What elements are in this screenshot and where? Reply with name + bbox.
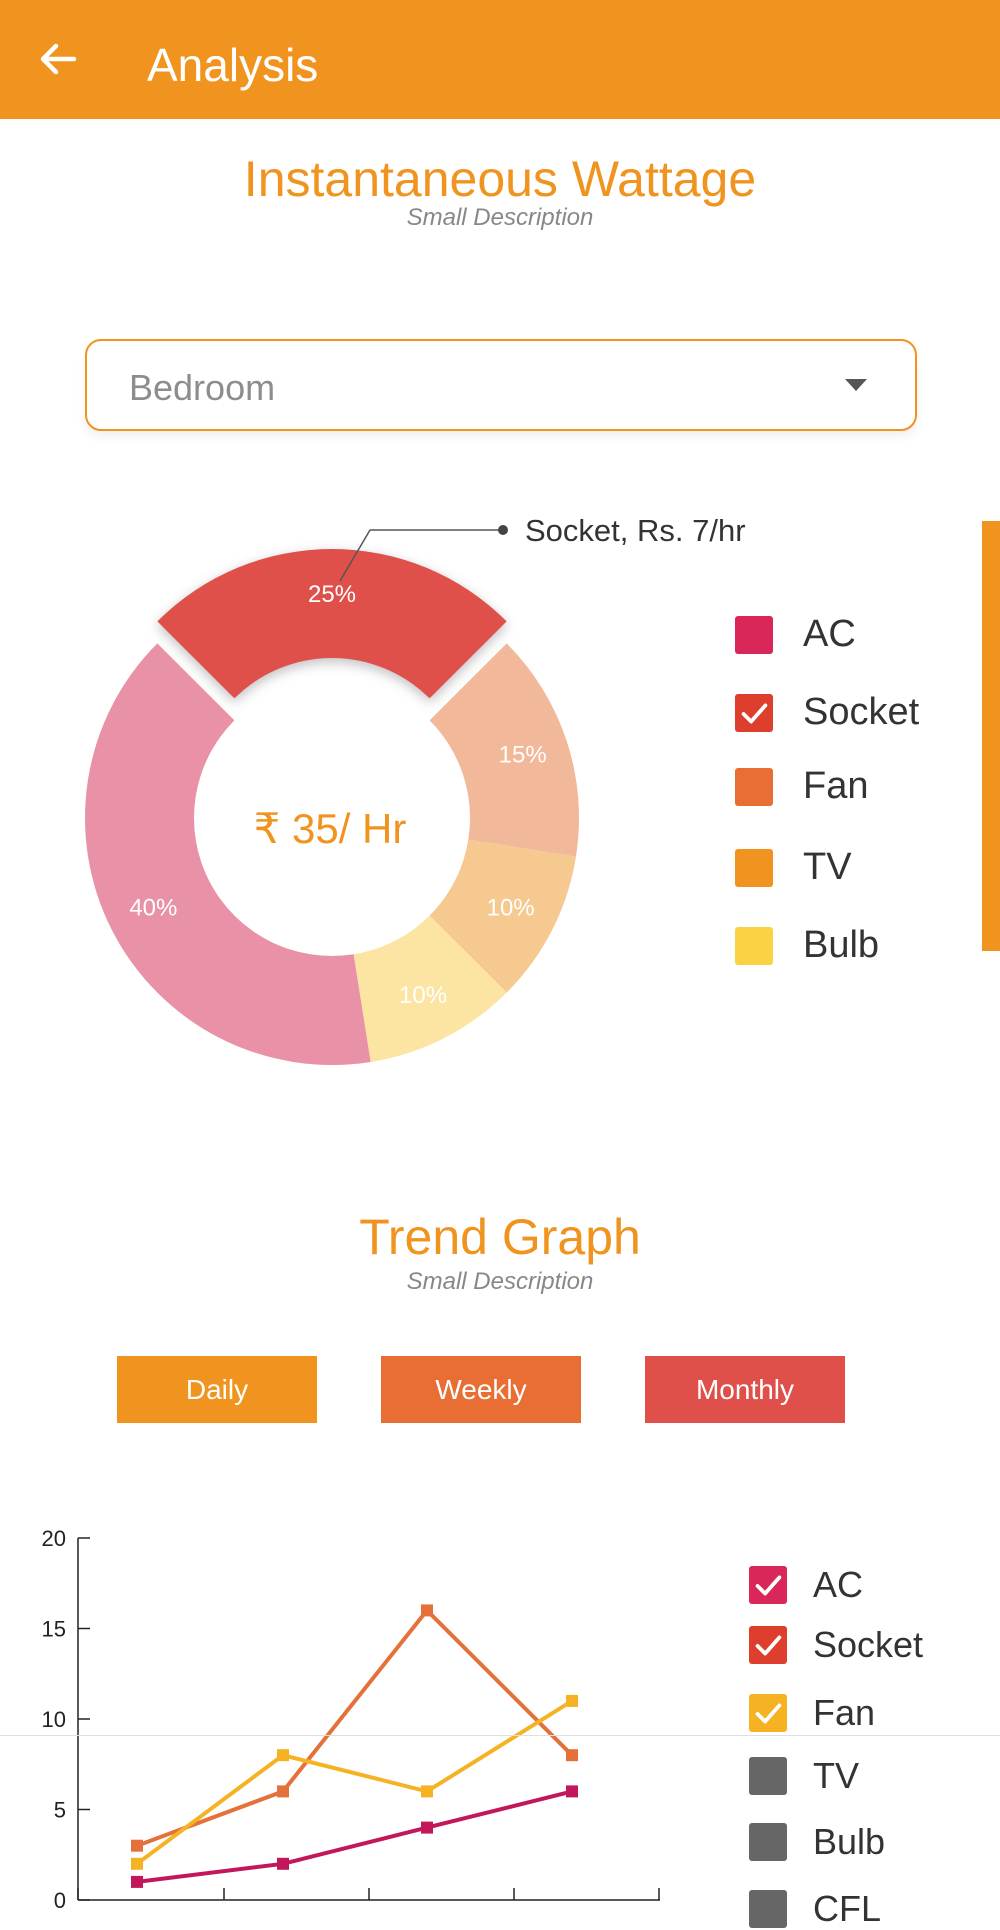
series-point xyxy=(421,1604,433,1617)
page-title: Analysis xyxy=(147,39,319,91)
legend-item-fan[interactable]: Fan xyxy=(749,1692,875,1734)
y-tick-label: 10 xyxy=(42,1707,66,1732)
arrow-left-icon[interactable] xyxy=(34,34,84,84)
color-swatch-icon[interactable] xyxy=(735,926,773,965)
legend-item-cfl[interactable]: CFL xyxy=(749,1888,881,1930)
series-point xyxy=(566,1694,578,1707)
color-swatch-icon[interactable] xyxy=(735,767,773,806)
series-point xyxy=(421,1821,433,1834)
donut-slice xyxy=(353,915,507,1062)
donut-slice xyxy=(429,839,576,993)
series-line-fan xyxy=(135,1699,574,1866)
legend-item-socket[interactable]: Socket xyxy=(749,1624,923,1666)
legend-label: Bulb xyxy=(813,1821,886,1862)
trend-description: Small Description xyxy=(406,1268,594,1295)
legend-label: CFL xyxy=(813,1888,882,1929)
legend-label: TV xyxy=(813,1755,860,1796)
series-point xyxy=(277,1857,289,1870)
color-swatch-icon[interactable] xyxy=(749,1890,787,1928)
y-tick-label: 5 xyxy=(54,1798,66,1823)
wattage-description: Small Description xyxy=(406,204,594,231)
legend-item-bulb[interactable]: Bulb xyxy=(749,1821,885,1863)
checkbox-checked-icon[interactable] xyxy=(749,1694,787,1732)
donut-slice-label: 15% xyxy=(499,741,547,768)
callout-dot xyxy=(498,525,508,535)
checkbox-checked-icon[interactable] xyxy=(749,1626,787,1664)
room-select-value: Bedroom xyxy=(129,367,276,408)
app-bar: Analysis xyxy=(0,0,1000,119)
series-point xyxy=(277,1749,289,1762)
checkbox-checked-icon[interactable] xyxy=(749,1566,787,1604)
color-swatch-icon[interactable] xyxy=(735,848,773,887)
legend-label: Socket xyxy=(813,1624,924,1665)
legend-label: Fan xyxy=(803,765,869,807)
divider xyxy=(0,1735,1000,1736)
legend-label: AC xyxy=(803,613,856,655)
series-point xyxy=(131,1839,143,1852)
callout-label: Socket, Rs. 7/hr xyxy=(525,513,746,548)
legend-item-socket[interactable]: Socket xyxy=(735,691,919,734)
legend-label: AC xyxy=(813,1564,864,1605)
donut-slice-label: 10% xyxy=(487,894,535,921)
scroll-indicator[interactable] xyxy=(982,521,1000,951)
series-line-ac xyxy=(136,1789,573,1884)
wattage-title: Instantaneous Wattage xyxy=(243,151,757,207)
color-swatch-icon[interactable] xyxy=(749,1757,787,1795)
series-point xyxy=(421,1785,433,1798)
legend-item-tv[interactable]: TV xyxy=(749,1755,859,1797)
y-tick-label: 0 xyxy=(54,1888,66,1913)
trend-title: Trend Graph xyxy=(359,1209,641,1265)
legend-label: Socket xyxy=(803,691,920,733)
checkbox-checked-icon[interactable] xyxy=(735,693,773,732)
series-point xyxy=(277,1785,289,1798)
series-point xyxy=(566,1749,578,1762)
legend-item-ac[interactable]: AC xyxy=(749,1564,863,1606)
room-select[interactable]: Bedroom xyxy=(85,339,917,431)
legend-item-fan[interactable]: Fan xyxy=(735,765,868,808)
legend-label: TV xyxy=(803,846,852,888)
y-tick-label: 20 xyxy=(42,1526,66,1551)
legend-label: Fan xyxy=(813,1692,876,1733)
series-point xyxy=(131,1857,143,1870)
donut-slice xyxy=(84,643,371,1065)
daily-button[interactable]: Daily xyxy=(117,1356,317,1423)
chevron-down-icon xyxy=(845,379,867,391)
legend-label: Bulb xyxy=(803,924,880,966)
donut-slice-label: 10% xyxy=(399,982,447,1009)
legend-item-bulb[interactable]: Bulb xyxy=(735,924,879,967)
center-rate-label: ₹ 35/ Hr xyxy=(254,805,407,852)
weekly-button[interactable]: Weekly xyxy=(381,1356,581,1423)
donut-slice-label: 40% xyxy=(129,894,177,921)
legend-item-ac[interactable]: AC xyxy=(735,613,856,656)
series-line-socket xyxy=(136,1607,574,1848)
callout-line xyxy=(339,529,371,582)
color-swatch-icon[interactable] xyxy=(735,615,773,654)
color-swatch-icon[interactable] xyxy=(749,1823,787,1861)
monthly-button[interactable]: Monthly xyxy=(645,1356,845,1423)
donut-slice xyxy=(157,549,507,699)
legend-item-tv[interactable]: TV xyxy=(735,846,852,889)
series-point xyxy=(131,1875,143,1888)
donut-slice-label: 25% xyxy=(308,581,356,608)
series-point xyxy=(566,1785,578,1798)
y-tick-label: 15 xyxy=(42,1617,66,1642)
donut-slice xyxy=(429,643,580,857)
